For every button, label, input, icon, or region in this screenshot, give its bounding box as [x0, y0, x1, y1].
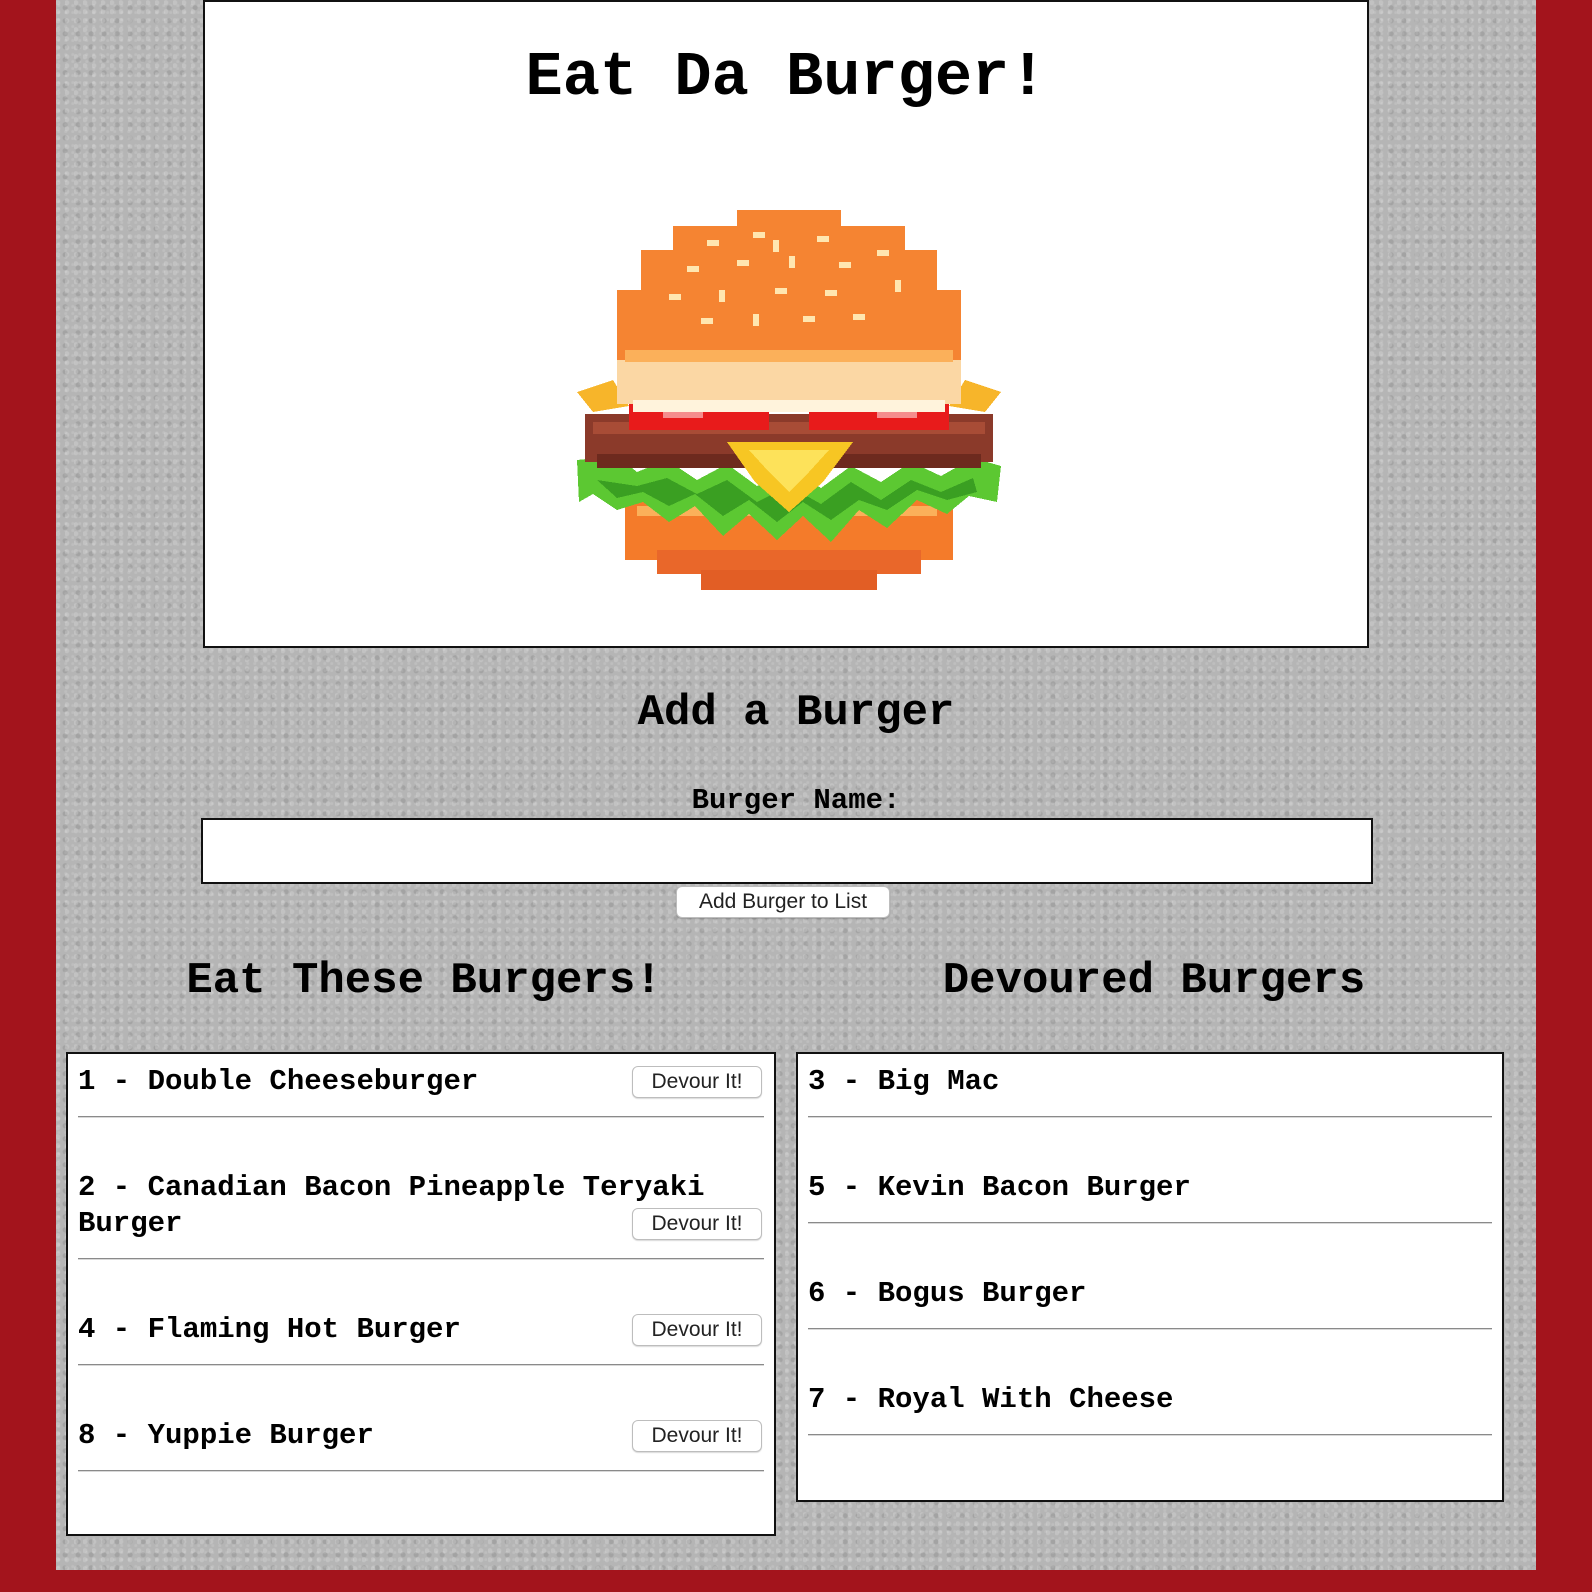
divider: [808, 1328, 1492, 1330]
add-burger-button[interactable]: Add Burger to List: [676, 886, 890, 918]
page-title: Eat Da Burger!: [525, 42, 1047, 113]
divider: [78, 1470, 764, 1472]
divider: [808, 1222, 1492, 1224]
devoured-list-panel: 3 - Big Mac 5 - Kevin Bacon Burger 6 - B…: [796, 1052, 1504, 1502]
divider: [808, 1434, 1492, 1436]
list-item-label: 6 - Bogus Burger: [808, 1277, 1087, 1310]
eat-list-panel: 1 - Double Cheeseburger Devour It! 2 - C…: [66, 1052, 776, 1536]
list-item: 6 - Bogus Burger: [808, 1276, 1492, 1334]
devoured-list-heading: Devoured Burgers: [942, 956, 1366, 1006]
burger-name-label: Burger Name:: [691, 784, 901, 817]
burger-name-input[interactable]: [201, 818, 1373, 884]
page-background: Eat Da Burger! Add a Burger Burger Name:…: [56, 0, 1536, 1570]
list-item: 4 - Flaming Hot Burger Devour It!: [78, 1312, 764, 1370]
divider: [78, 1258, 764, 1260]
list-item-label: 7 - Royal With Cheese: [808, 1383, 1174, 1416]
list-item: 5 - Kevin Bacon Burger: [808, 1170, 1492, 1228]
devour-button[interactable]: Devour It!: [632, 1420, 762, 1452]
list-item: 3 - Big Mac: [808, 1064, 1492, 1122]
devour-button[interactable]: Devour It!: [632, 1208, 762, 1240]
list-item-label: 3 - Big Mac: [808, 1065, 1000, 1098]
list-item: 1 - Double Cheeseburger Devour It!: [78, 1064, 764, 1122]
list-item-label: 5 - Kevin Bacon Burger: [808, 1171, 1191, 1204]
hero-banner: Eat Da Burger!: [203, 0, 1369, 648]
divider: [78, 1116, 764, 1118]
list-item: 8 - Yuppie Burger Devour It!: [78, 1418, 764, 1476]
eat-list-heading: Eat These Burgers!: [186, 956, 662, 1006]
list-item: 2 - Canadian Bacon Pineapple Teryaki Bur…: [78, 1170, 764, 1260]
pixel-burger-icon: [577, 210, 1001, 590]
divider: [808, 1116, 1492, 1118]
devour-button[interactable]: Devour It!: [632, 1314, 762, 1346]
list-item: 7 - Royal With Cheese: [808, 1382, 1492, 1440]
devour-button[interactable]: Devour It!: [632, 1066, 762, 1098]
divider: [78, 1364, 764, 1366]
add-burger-heading: Add a Burger: [637, 688, 955, 738]
